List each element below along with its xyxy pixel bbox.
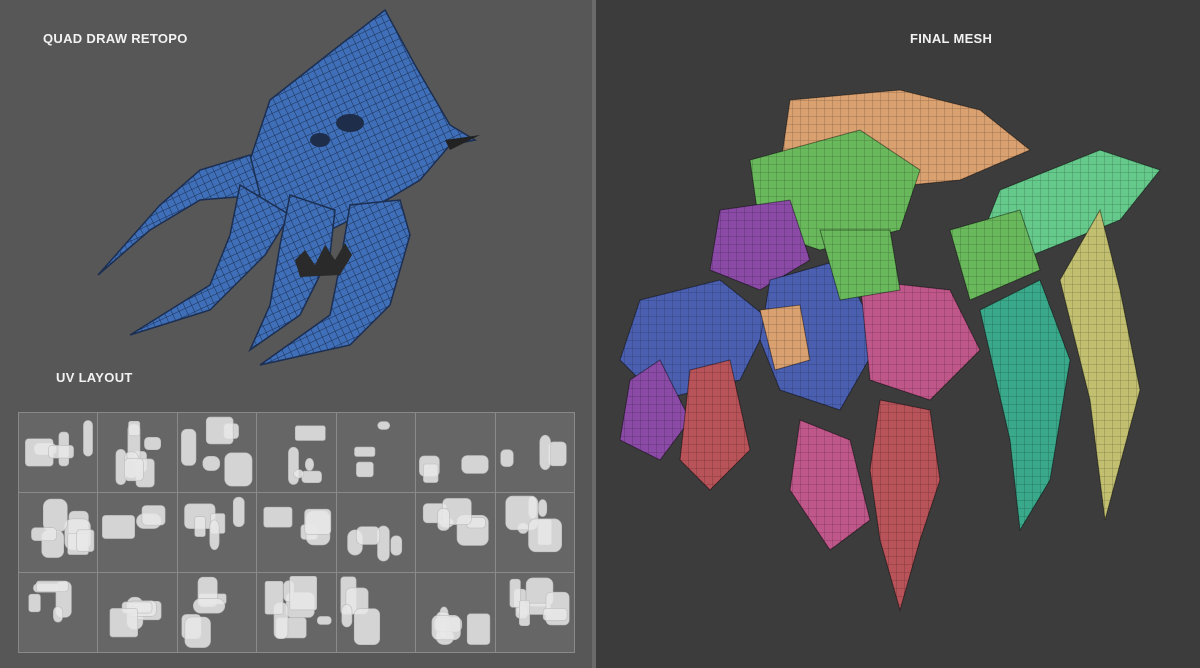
uv-tile xyxy=(177,573,258,653)
uv-tile xyxy=(98,413,178,493)
polygroup-wireframe xyxy=(860,280,980,400)
uv-tile xyxy=(495,413,575,493)
polygroup-wireframe xyxy=(870,400,940,610)
uv-tile xyxy=(416,413,496,493)
uv-tile xyxy=(336,493,417,573)
polygroup-wireframe xyxy=(980,280,1070,530)
uv-tile xyxy=(495,493,575,573)
uv-tile xyxy=(177,413,258,493)
polygroup-wireframe xyxy=(1060,210,1140,520)
uv-tile xyxy=(19,413,99,493)
uv-tile xyxy=(495,573,575,653)
uv-tile xyxy=(416,493,496,573)
polygroup-wireframe xyxy=(790,420,870,550)
uv-tile xyxy=(336,413,417,493)
uv-layout-grid xyxy=(18,412,575,653)
uv-tile xyxy=(19,573,99,653)
uv-tile xyxy=(177,493,258,573)
final-polygrouped-mesh xyxy=(619,89,1161,612)
final-mesh-label: FINAL MESH xyxy=(910,31,993,46)
uv-tile xyxy=(336,573,417,653)
uv-tile xyxy=(257,573,337,653)
uv-tile xyxy=(257,493,337,573)
uv-tile xyxy=(98,573,178,653)
uv-tile xyxy=(416,573,496,653)
uv-layout-label: UV LAYOUT xyxy=(56,370,133,385)
uv-tile xyxy=(98,493,178,573)
left-panel: QUAD DRAW RETOPO UV LAYOUT xyxy=(0,0,592,668)
uv-tile xyxy=(257,413,337,493)
uv-tile xyxy=(19,493,99,573)
retopo-wireframe-mesh xyxy=(97,8,480,366)
